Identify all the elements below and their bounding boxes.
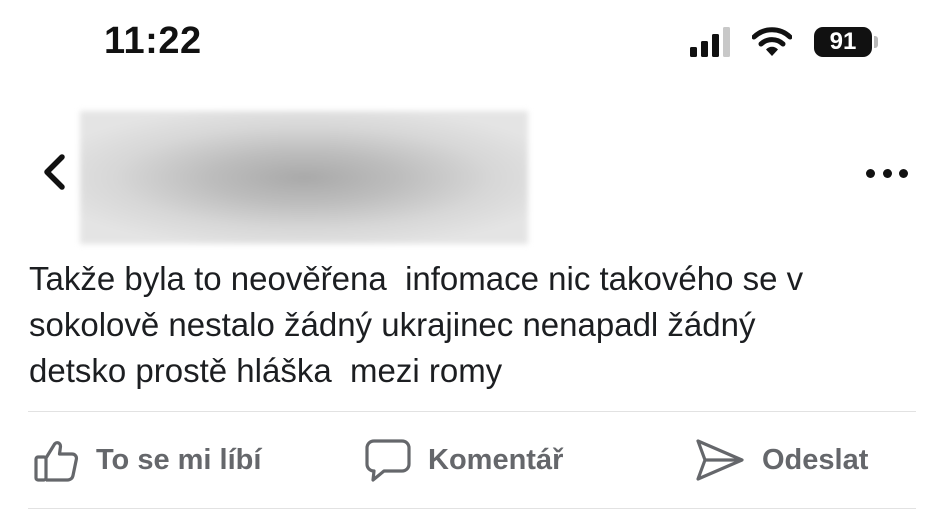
more-dot bbox=[882, 168, 892, 178]
more-dot bbox=[866, 168, 875, 178]
battery-cap bbox=[874, 36, 878, 48]
divider bbox=[28, 411, 916, 412]
send-label: Odeslat bbox=[762, 443, 869, 476]
cellular-signal-icon bbox=[690, 27, 730, 57]
like-button[interactable]: To se mi líbí bbox=[32, 432, 261, 488]
chevron-left-icon[interactable] bbox=[40, 152, 70, 192]
thumbs-up-icon bbox=[34, 441, 79, 482]
more-horizontal-icon[interactable] bbox=[866, 166, 908, 180]
send-icon bbox=[696, 439, 744, 481]
divider bbox=[28, 508, 916, 509]
post-text: Takže byla to neověřena infomace nic tak… bbox=[29, 260, 804, 389]
wifi-icon bbox=[752, 27, 792, 56]
speech-bubble-icon bbox=[365, 439, 411, 482]
send-button[interactable]: Odeslat bbox=[694, 432, 868, 488]
comment-label: Komentář bbox=[428, 443, 564, 476]
comment-button[interactable]: Komentář bbox=[364, 432, 563, 488]
more-dot bbox=[899, 168, 908, 178]
like-label: To se mi líbí bbox=[96, 443, 262, 476]
battery-icon: 91 bbox=[814, 27, 872, 57]
status-time: 11:22 bbox=[104, 20, 202, 62]
blurred-author-name bbox=[80, 111, 528, 244]
